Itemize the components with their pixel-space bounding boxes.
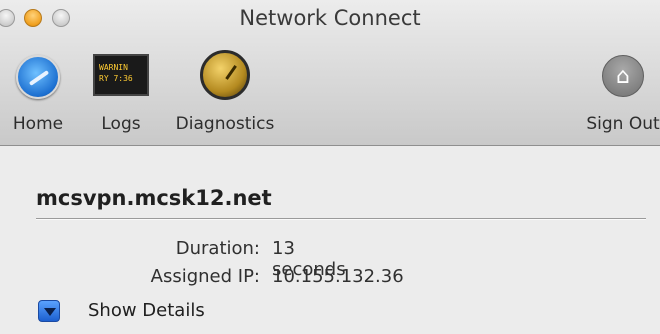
logs-label: Logs [101, 114, 141, 134]
compass-icon [16, 55, 60, 99]
assigned-ip-label: Assigned IP: [150, 266, 260, 287]
show-details-label[interactable]: Show Details [88, 300, 205, 321]
radar-icon [200, 50, 250, 100]
home-label: Home [12, 114, 64, 134]
diagnostics-label: Diagnostics [175, 114, 275, 134]
log-line-1: WARNIN [99, 63, 128, 72]
separator [36, 218, 646, 219]
signout-label: Sign Out [586, 114, 660, 134]
connection-host: mcsvpn.mcsk12.net [36, 186, 272, 210]
network-connect-window: Network Connect Home WARNIN RY 7:36 Logs… [0, 0, 660, 334]
log-line-2: RY 7:36 [99, 74, 133, 83]
duration-label: Duration: [175, 238, 260, 259]
house-icon: ⌂ [602, 55, 644, 97]
logs-toolbar-button[interactable]: WARNIN RY 7:36 Logs [90, 48, 152, 134]
show-details-toggle[interactable] [38, 300, 60, 322]
diagnostics-toolbar-button[interactable]: Diagnostics [176, 48, 274, 134]
signout-toolbar-button[interactable]: ⌂ Sign Out [586, 48, 660, 134]
titlebar-toolbar: Network Connect Home WARNIN RY 7:36 Logs… [0, 0, 660, 146]
window-title: Network Connect [239, 6, 421, 30]
connection-panel: mcsvpn.mcsk12.net Duration: 13 seconds A… [0, 146, 660, 334]
assigned-ip-value: 10.155.132.36 [272, 266, 404, 287]
log-display-icon: WARNIN RY 7:36 [93, 54, 149, 96]
home-toolbar-button[interactable]: Home [12, 48, 64, 134]
